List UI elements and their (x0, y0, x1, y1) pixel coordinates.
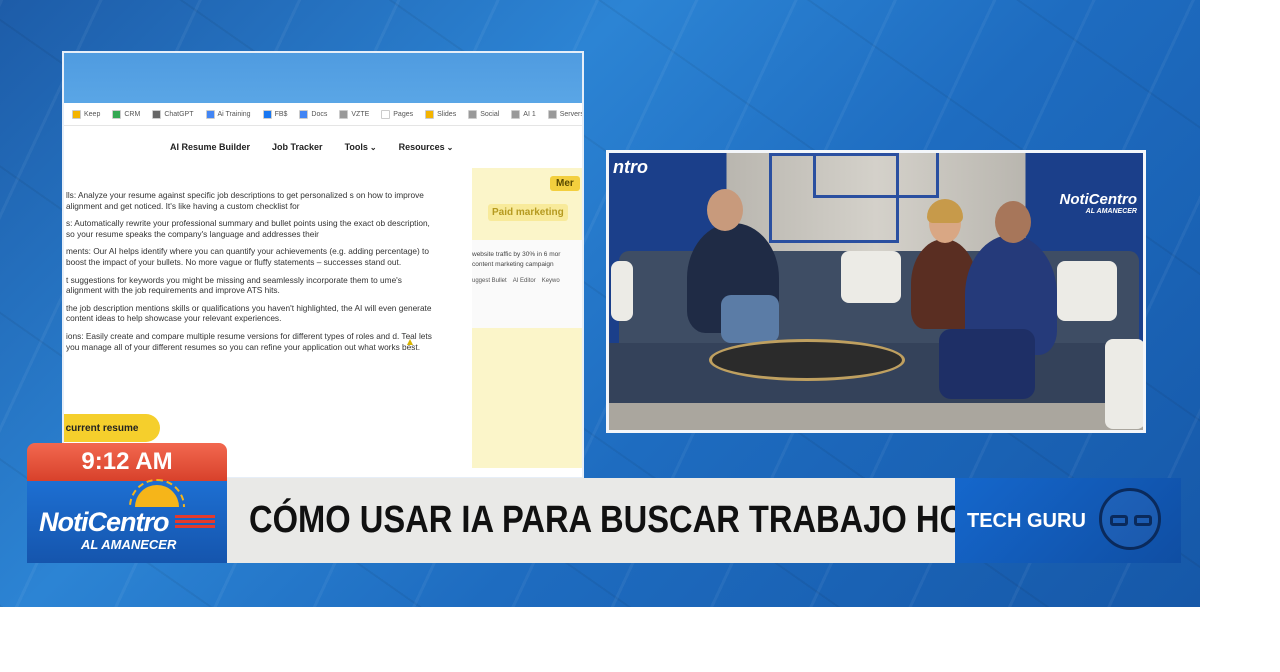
studio-logo-left: ntro (613, 157, 648, 177)
studio-logo-right-text: NotiCentro (1059, 191, 1138, 208)
bookmark-item[interactable]: VZTE (339, 109, 370, 119)
bookmark-item[interactable]: CRM (112, 109, 141, 119)
bookmark-item[interactable]: AI 1 (511, 109, 536, 119)
chevron-down-icon: ⌄ (369, 143, 377, 152)
channel-logo: NotiCentro AL AMANECER (27, 479, 227, 563)
bookmark-label: CRM (124, 110, 141, 118)
segment-badge: TECH GURU (955, 478, 1181, 563)
bookmark-label: Pages (393, 110, 414, 118)
bookmark-icon (468, 109, 478, 119)
bookmark-label: Keep (84, 110, 101, 118)
preview-pill: Mer (550, 176, 580, 191)
bookmark-label: Ai Training (217, 110, 251, 118)
feature-paragraph: ions: Easily create and compare multiple… (66, 330, 432, 352)
bookmark-icon (381, 109, 391, 119)
studio-logo-right-sub: AL AMANECER (1085, 208, 1137, 215)
bookmark-icon (72, 109, 81, 119)
coffee-table (709, 339, 905, 381)
feature-paragraph: s: Automatically rewrite your profession… (66, 218, 430, 239)
tab-ai-editor[interactable]: AI Editor (513, 276, 536, 286)
screen-capture: Keep CRM ChatGPT Ai Training FB$ Docs VZTE Page… (62, 51, 584, 479)
glasses-face-icon (1099, 488, 1161, 550)
host-pants (939, 329, 1035, 399)
bookmark-icon (511, 109, 521, 119)
nav-job-tracker[interactable]: Job Tracker (272, 142, 323, 152)
tab-keywords[interactable]: Keywo (542, 276, 560, 286)
feature-list: lls: Analyze your resume against specifi… (66, 190, 436, 359)
clock-display: 9:12 AM (27, 443, 227, 481)
chevron-down-icon: ⌄ (446, 143, 454, 152)
broadcast-frame: Keep CRM ChatGPT Ai Training FB$ Docs VZTE Page… (0, 0, 1200, 607)
sun-icon (129, 479, 185, 507)
nav-tools[interactable]: Tools ⌄ (345, 142, 377, 152)
preview-column: Mer Paid marketing website traffic by 30… (472, 168, 582, 468)
host-jeans (721, 295, 779, 343)
upload-resume-button[interactable]: current resume (64, 414, 160, 442)
preview-pill-paid: Paid marketing (488, 204, 568, 221)
bookmark-icon (262, 109, 272, 119)
headline-banner: CÓMO USAR IA PARA BUSCAR TRABAJO HOY (227, 478, 987, 563)
snippet-line: website traffic by 30% in 6 mor (472, 251, 561, 258)
preview-panel-bottom (472, 328, 582, 468)
bookmark-label: AI 1 (523, 110, 536, 118)
pillow (841, 251, 901, 303)
nav-tools-label: Tools (344, 142, 368, 152)
preview-snippet: website traffic by 30% in 6 mor content … (472, 250, 582, 286)
host-head (707, 189, 743, 231)
site-nav: AI Resume Builder Job Tracker Tools ⌄ Res… (64, 126, 582, 168)
glasses-lens-icon (1110, 515, 1128, 526)
bookmark-label: VZTE (351, 110, 370, 118)
nav-resources[interactable]: Resources ⌄ (399, 142, 454, 152)
bookmark-icon (425, 109, 435, 119)
bookmark-item[interactable]: Social (468, 109, 500, 119)
feature-paragraph: t suggestions for keywords you might be … (66, 274, 402, 296)
pillow (1105, 339, 1143, 429)
pillow (1057, 261, 1117, 321)
pillow (611, 261, 633, 321)
feature-paragraph: lls: Analyze your resume against specifi… (66, 190, 424, 211)
segment-title: TECH GURU (967, 510, 1086, 532)
bookmark-label: Servers (559, 110, 582, 118)
channel-logo-subtext: AL AMANECER (81, 537, 177, 552)
channel-logo-text: NotiCentro (39, 507, 169, 537)
bookmark-label: ChatGPT (164, 110, 194, 118)
wall-panel (813, 153, 939, 198)
preview-panel: Mer Paid marketing (472, 168, 582, 240)
studio-video: ntro NotiCentro AL AMANECER (606, 150, 1146, 433)
nav-ai-resume-builder[interactable]: AI Resume Builder (170, 142, 250, 152)
bookmark-item[interactable]: Ai Training (205, 109, 251, 119)
bookmark-icon (152, 109, 162, 119)
bookmark-icon (205, 109, 215, 119)
bookmark-item[interactable]: FB$ (262, 109, 288, 119)
bookmark-icon (339, 109, 349, 119)
bookmark-label: Docs (311, 110, 328, 118)
browser-top-bar (64, 53, 582, 103)
feature-paragraph: the job description mentions skills or q… (66, 302, 432, 324)
studio-logo-right: NotiCentro AL AMANECER (1060, 191, 1138, 215)
bookmark-icon (547, 109, 557, 119)
editor-tabs: uggest Bullet AI Editor Keywo (472, 276, 582, 286)
mouse-cursor-icon (407, 339, 413, 345)
bookmark-item[interactable]: Servers (547, 109, 582, 119)
bookmark-item[interactable]: Pages (381, 109, 414, 119)
feature-paragraph: ments: Our AI helps identify where you c… (66, 246, 429, 267)
page-content: lls: Analyze your resume against specifi… (64, 168, 582, 477)
bookmark-item[interactable]: Docs (299, 109, 328, 119)
bookmarks-bar: Keep CRM ChatGPT Ai Training FB$ Docs VZTE Page… (64, 103, 582, 126)
bookmark-item[interactable]: Keep (72, 109, 101, 119)
nav-resources-label: Resources (398, 142, 445, 152)
bookmark-item[interactable]: Slides (425, 109, 457, 119)
host-head (995, 201, 1031, 243)
bookmark-label: FB$ (274, 110, 288, 118)
bookmark-item[interactable]: ChatGPT (152, 109, 194, 119)
bookmark-label: Social (480, 110, 500, 118)
glasses-lens-icon (1134, 515, 1152, 526)
flag-stripes-icon (175, 515, 215, 529)
headline-text: CÓMO USAR IA PARA BUSCAR TRABAJO HOY (249, 499, 987, 541)
bookmark-label: Slides (437, 110, 457, 118)
tab-suggest-bullet[interactable]: uggest Bullet (472, 276, 507, 286)
bookmark-icon (112, 109, 122, 119)
bookmark-icon (299, 109, 309, 119)
snippet-line: content marketing campaign (472, 261, 554, 268)
